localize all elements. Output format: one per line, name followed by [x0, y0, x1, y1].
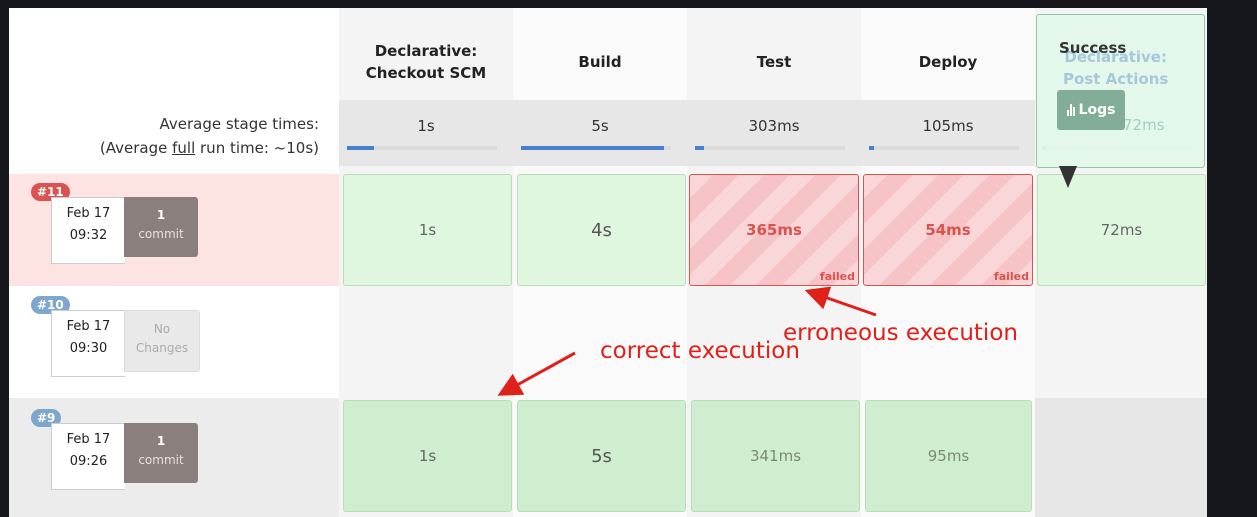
popup-status-title: Success: [1059, 39, 1127, 57]
bar-chart-icon: [1066, 104, 1075, 116]
logs-button[interactable]: Logs: [1057, 90, 1125, 130]
arrow-to-correct: [497, 351, 576, 396]
arrow-to-erroneous: [804, 286, 877, 317]
ghost-avg-time: 72ms: [1123, 116, 1165, 134]
stage-popup: Declarative: Post Actions Success 72ms L…: [1036, 14, 1205, 168]
popup-pointer: [1059, 166, 1077, 188]
logs-button-label: Logs: [1078, 102, 1116, 118]
ghost-line2: Post Actions: [1063, 70, 1169, 88]
